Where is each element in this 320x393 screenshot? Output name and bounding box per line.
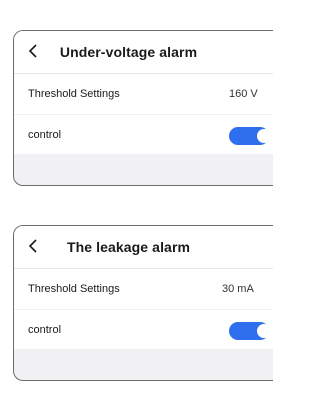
back-button[interactable] bbox=[24, 236, 42, 256]
panel-header: Under-voltage alarm bbox=[14, 31, 273, 74]
panel-header: The leakage alarm bbox=[14, 226, 273, 269]
control-toggle[interactable] bbox=[229, 127, 271, 145]
threshold-settings-label: Threshold Settings bbox=[28, 88, 120, 100]
back-button[interactable] bbox=[24, 41, 42, 61]
page-title: Under-voltage alarm bbox=[59, 44, 198, 60]
threshold-value: 160 V bbox=[229, 88, 258, 100]
chevron-left-icon bbox=[28, 239, 37, 253]
under-voltage-alarm-panel: Under-voltage alarm Threshold Settings 1… bbox=[13, 30, 273, 186]
control-row: control bbox=[14, 309, 273, 349]
leakage-alarm-panel: The leakage alarm Threshold Settings 30 … bbox=[13, 225, 273, 381]
control-row: control bbox=[14, 114, 273, 154]
control-toggle[interactable] bbox=[229, 322, 271, 340]
threshold-settings-label: Threshold Settings bbox=[28, 283, 120, 295]
chevron-left-icon bbox=[28, 44, 37, 58]
threshold-settings-row[interactable]: Threshold Settings 30 mA bbox=[14, 269, 273, 309]
threshold-settings-row[interactable]: Threshold Settings 160 V bbox=[14, 74, 273, 114]
control-label: control bbox=[28, 128, 62, 141]
toggle-knob bbox=[257, 129, 271, 143]
threshold-value: 30 mA bbox=[222, 283, 254, 295]
toggle-knob bbox=[257, 324, 271, 338]
control-label: control bbox=[28, 323, 62, 336]
page-title: The leakage alarm bbox=[66, 239, 191, 255]
